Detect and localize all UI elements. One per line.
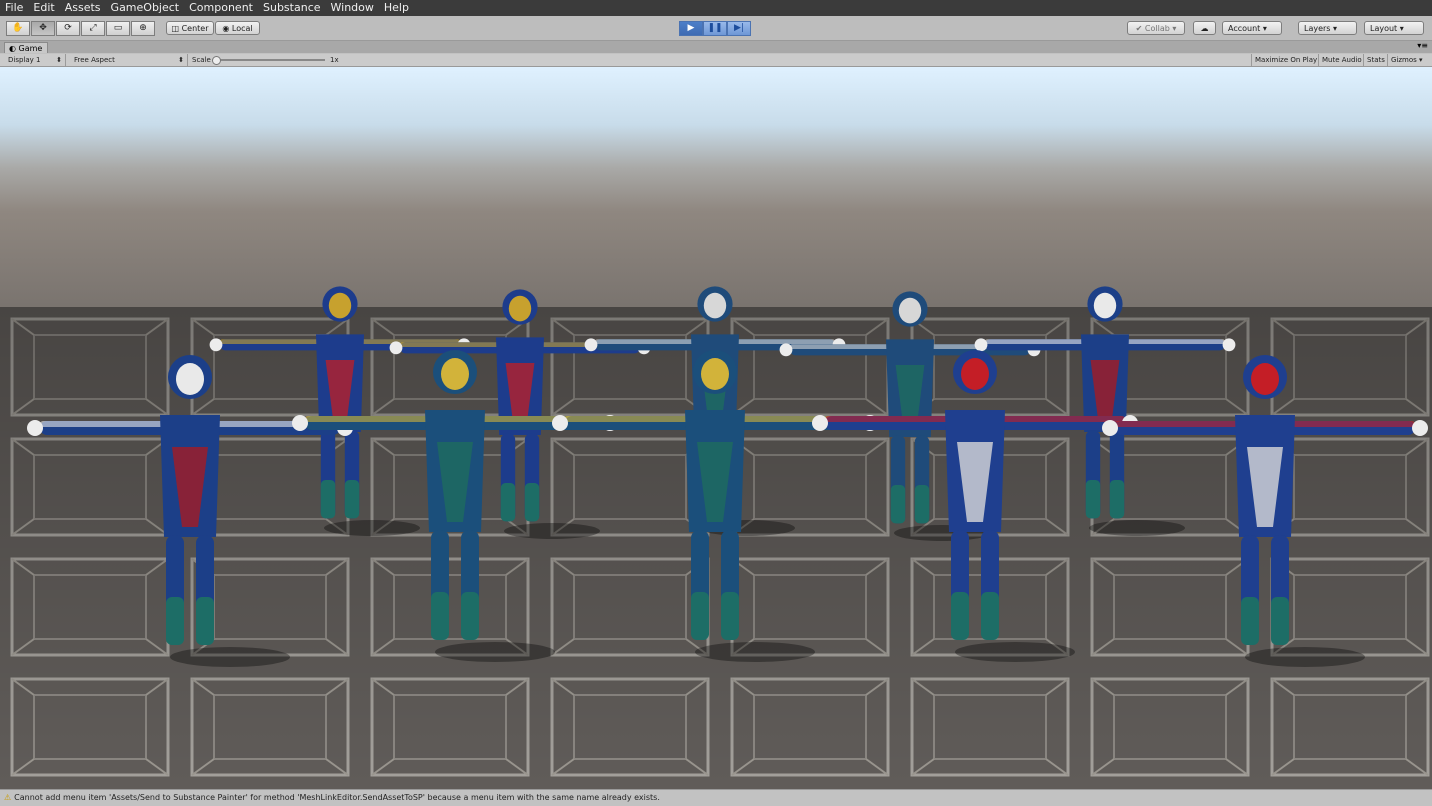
space-label: Local (231, 24, 253, 33)
pause-button[interactable]: ❚❚ (703, 21, 727, 36)
rotate-tool-icon[interactable]: ⟳ (56, 21, 80, 36)
menu-substance[interactable]: Substance (258, 0, 326, 16)
tab-game-label: Game (18, 44, 43, 53)
hand-tool-icon[interactable]: ✋ (6, 21, 30, 36)
layers-dropdown[interactable]: Layers ▾ (1298, 21, 1357, 35)
cloud-icon[interactable]: ☁ (1193, 21, 1216, 35)
tab-menu-icon[interactable]: ▾≡ (1417, 41, 1428, 50)
menu-edit[interactable]: Edit (28, 0, 59, 16)
menu-assets[interactable]: Assets (60, 0, 106, 16)
collab-label: Collab (1144, 24, 1170, 33)
menu-window[interactable]: Window (326, 0, 379, 16)
pivot-label: Center (181, 24, 209, 33)
move-tool-icon[interactable]: ✥ (31, 21, 55, 36)
tab-game[interactable]: ◐ Game (4, 42, 48, 53)
play-button[interactable]: ▶ (679, 21, 703, 36)
account-label: Account (1228, 24, 1261, 33)
main-toolbar: ✋ ✥ ⟳ ⤢ ▭ ⊕ ◫ Center ◉ Local ▶ ❚❚ ▶| ✔ C… (0, 16, 1432, 41)
aspect-dropdown[interactable]: Free Aspect ⬍ (66, 54, 188, 66)
layers-label: Layers (1304, 24, 1331, 33)
menu-gameobject[interactable]: GameObject (106, 0, 185, 16)
collab-button[interactable]: ✔ Collab ▾ (1127, 21, 1185, 35)
transform-tool-icon[interactable]: ⊕ (131, 21, 155, 36)
game-view-toolbar: Display 1 ⬍ Free Aspect ⬍ Scale 1x Maximiz… (0, 54, 1432, 67)
status-message: Cannot add menu item 'Assets/Send to Sub… (14, 793, 660, 802)
scale-tool-icon[interactable]: ⤢ (81, 21, 105, 36)
account-dropdown[interactable]: Account ▾ (1222, 21, 1282, 35)
menu-bar: File Edit Assets GameObject Component Substan… (0, 0, 1432, 16)
space-local-button[interactable]: ◉ Local (215, 21, 260, 35)
display-dropdown[interactable]: Display 1 ⬍ (0, 54, 66, 66)
maximize-on-play-toggle[interactable]: Maximize On Play (1251, 54, 1320, 66)
menu-help[interactable]: Help (379, 0, 414, 16)
step-button[interactable]: ▶| (727, 21, 751, 36)
scale-label: Scale (192, 56, 211, 64)
rect-tool-icon[interactable]: ▭ (106, 21, 130, 36)
gizmos-label: Gizmos (1391, 56, 1417, 64)
aspect-label: Free Aspect (74, 56, 115, 64)
menu-component[interactable]: Component (184, 0, 258, 16)
layout-label: Layout (1370, 24, 1398, 33)
tab-strip: ◐ Game ▾≡ (0, 41, 1432, 53)
display-label: Display 1 (8, 56, 41, 64)
menu-file[interactable]: File (0, 0, 28, 16)
warning-icon: ⚠ (4, 793, 12, 802)
scale-slider-thumb[interactable] (212, 56, 221, 65)
pivot-center-button[interactable]: ◫ Center (166, 21, 214, 35)
game-scene (0, 286, 1432, 789)
status-bar: ⚠ Cannot add menu item 'Assets/Send to Su… (0, 789, 1432, 806)
game-viewport[interactable] (0, 67, 1432, 789)
scale-slider-track[interactable] (213, 59, 325, 61)
mute-audio-toggle[interactable]: Mute Audio (1318, 54, 1365, 66)
gizmos-dropdown[interactable]: Gizmos ▾ (1387, 54, 1432, 66)
stats-toggle[interactable]: Stats (1363, 54, 1388, 66)
layout-dropdown[interactable]: Layout ▾ (1364, 21, 1424, 35)
scale-value: 1x (330, 56, 339, 64)
